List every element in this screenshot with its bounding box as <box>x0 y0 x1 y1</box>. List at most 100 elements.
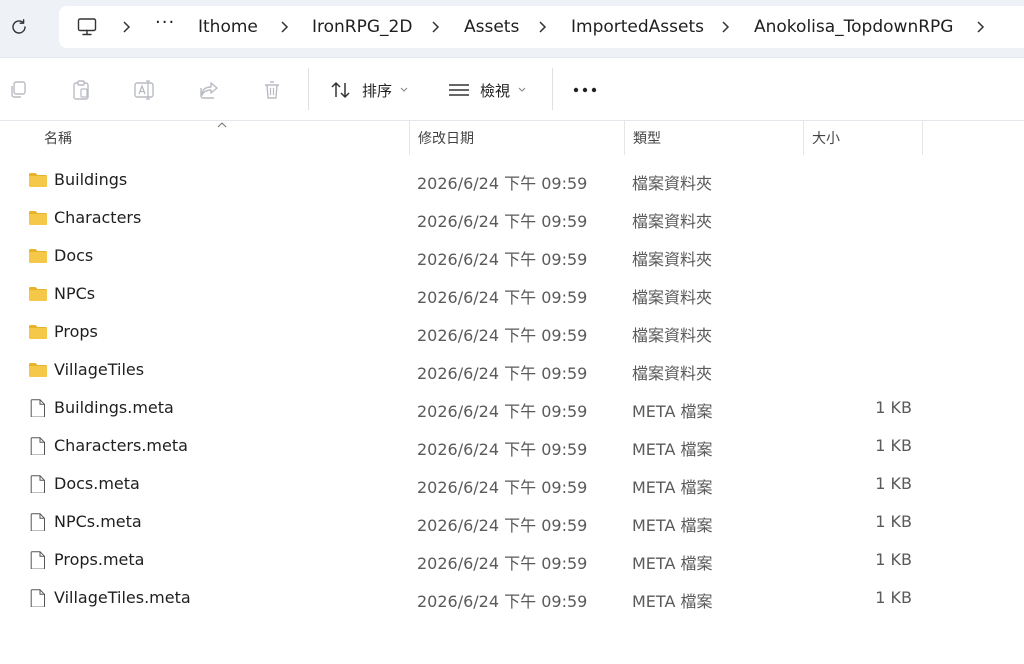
table-row[interactable]: Docs.meta 2026/6/24 下午 09:59 META 檔案 1 KB <box>0 465 1024 503</box>
breadcrumb-item-current[interactable]: Anokolisa_TopdownRPG <box>754 17 953 37</box>
column-header-row: 名稱 修改日期 類型 大小 <box>0 121 1024 155</box>
paste-button[interactable] <box>69 78 93 102</box>
file-type: 檔案資料夾 <box>632 364 713 383</box>
file-name[interactable]: Docs <box>54 246 93 265</box>
command-bar: 排序 檢視 <box>0 58 1024 120</box>
file-icon <box>28 475 48 494</box>
file-type: META 檔案 <box>632 402 713 421</box>
file-date: 2026/6/24 下午 09:59 <box>417 364 588 383</box>
delete-button[interactable] <box>260 78 284 102</box>
file-type: 檔案資料夾 <box>632 174 713 193</box>
table-row[interactable]: Buildings.meta 2026/6/24 下午 09:59 META 檔案 1… <box>0 389 1024 427</box>
monitor-icon <box>77 18 97 36</box>
file-type: META 檔案 <box>632 516 713 535</box>
file-name[interactable]: Characters.meta <box>54 436 188 455</box>
toolbar-divider <box>308 68 309 110</box>
column-resize-handle[interactable] <box>922 121 923 155</box>
address-bar-region: ··· Ithome IronRPG_2D Assets ImportedAss… <box>0 0 1024 57</box>
column-header-size[interactable]: 大小 <box>804 121 922 155</box>
file-name[interactable]: Docs.meta <box>54 474 140 493</box>
share-icon <box>200 82 218 99</box>
toolbar-divider <box>552 68 553 110</box>
copy-button[interactable] <box>6 78 30 102</box>
file-name[interactable]: Buildings.meta <box>54 398 174 417</box>
file-name[interactable]: VillageTiles.meta <box>54 588 191 607</box>
breadcrumb-overflow-button[interactable]: ··· <box>155 12 175 33</box>
refresh-button[interactable] <box>8 16 30 38</box>
column-header-date[interactable]: 修改日期 <box>410 121 623 155</box>
table-row[interactable]: Props 2026/6/24 下午 09:59 檔案資料夾 <box>0 313 1024 351</box>
table-row[interactable]: Characters.meta 2026/6/24 下午 09:59 META 檔案… <box>0 427 1024 465</box>
more-options-button[interactable] <box>572 78 598 102</box>
file-size: 1 KB <box>875 512 912 531</box>
file-type: META 檔案 <box>632 440 713 459</box>
file-name[interactable]: Props.meta <box>54 550 144 569</box>
file-list: Buildings 2026/6/24 下午 09:59 檔案資料夾 Characte… <box>0 161 1024 617</box>
file-name[interactable]: NPCs.meta <box>54 512 142 531</box>
file-date: 2026/6/24 下午 09:59 <box>417 516 588 535</box>
view-button[interactable]: 檢視 <box>448 77 526 103</box>
table-row[interactable]: Docs 2026/6/24 下午 09:59 檔案資料夾 <box>0 237 1024 275</box>
file-type: 檔案資料夾 <box>632 212 713 231</box>
column-header-name[interactable]: 名稱 <box>36 121 408 155</box>
file-date: 2026/6/24 下午 09:59 <box>417 402 588 421</box>
breadcrumb-chevron-icon[interactable] <box>277 17 291 37</box>
file-name[interactable]: Props <box>54 322 98 341</box>
breadcrumb-chevron-icon[interactable] <box>535 17 549 37</box>
table-row[interactable]: VillageTiles.meta 2026/6/24 下午 09:59 META … <box>0 579 1024 617</box>
breadcrumb-item[interactable]: ImportedAssets <box>571 17 704 37</box>
folder-icon <box>28 247 48 265</box>
file-date: 2026/6/24 下午 09:59 <box>417 250 588 269</box>
breadcrumb-item[interactable]: Ithome <box>198 17 258 37</box>
more-icon <box>573 87 597 93</box>
file-name[interactable]: Characters <box>54 208 141 227</box>
file-date: 2026/6/24 下午 09:59 <box>417 288 588 307</box>
list-view-icon <box>449 84 469 96</box>
file-name[interactable]: NPCs <box>54 284 95 303</box>
table-row[interactable]: Props.meta 2026/6/24 下午 09:59 META 檔案 1 KB <box>0 541 1024 579</box>
breadcrumb-item[interactable]: IronRPG_2D <box>312 17 412 37</box>
breadcrumb-chevron-icon[interactable] <box>973 17 987 37</box>
file-size: 1 KB <box>875 398 912 417</box>
file-icon <box>28 437 48 456</box>
breadcrumb-item[interactable]: Assets <box>464 17 519 37</box>
file-size: 1 KB <box>875 436 912 455</box>
file-size: 1 KB <box>875 550 912 569</box>
table-row[interactable]: NPCs 2026/6/24 下午 09:59 檔案資料夾 <box>0 275 1024 313</box>
file-icon <box>28 513 48 532</box>
chevron-down-icon <box>400 87 408 93</box>
file-type: 檔案資料夾 <box>632 250 713 269</box>
breadcrumb-chevron-icon[interactable] <box>119 17 133 37</box>
file-type: 檔案資料夾 <box>632 288 713 307</box>
column-header-type[interactable]: 類型 <box>625 121 803 155</box>
file-date: 2026/6/24 下午 09:59 <box>417 326 588 345</box>
table-row[interactable]: Characters 2026/6/24 下午 09:59 檔案資料夾 <box>0 199 1024 237</box>
file-date: 2026/6/24 下午 09:59 <box>417 212 588 231</box>
file-type: 檔案資料夾 <box>632 326 713 345</box>
file-date: 2026/6/24 下午 09:59 <box>417 592 588 611</box>
table-row[interactable]: VillageTiles 2026/6/24 下午 09:59 檔案資料夾 <box>0 351 1024 389</box>
sort-button[interactable]: 排序 <box>330 77 408 103</box>
this-pc-button[interactable] <box>75 15 99 39</box>
file-date: 2026/6/24 下午 09:59 <box>417 478 588 497</box>
file-date: 2026/6/24 下午 09:59 <box>417 440 588 459</box>
refresh-icon <box>12 19 26 34</box>
file-type: META 檔案 <box>632 592 713 611</box>
file-name[interactable]: Buildings <box>54 170 127 189</box>
breadcrumb-chevron-icon[interactable] <box>718 17 732 37</box>
rename-button[interactable] <box>133 78 157 102</box>
folder-icon <box>28 323 48 341</box>
address-bar[interactable]: ··· Ithome IronRPG_2D Assets ImportedAss… <box>59 6 1024 48</box>
folder-icon <box>28 171 48 189</box>
file-name[interactable]: VillageTiles <box>54 360 144 379</box>
view-label: 檢視 <box>480 81 511 100</box>
breadcrumb-chevron-icon[interactable] <box>428 17 442 37</box>
table-row[interactable]: Buildings 2026/6/24 下午 09:59 檔案資料夾 <box>0 161 1024 199</box>
sort-icon <box>331 82 350 98</box>
file-icon <box>28 399 48 418</box>
file-size: 1 KB <box>875 474 912 493</box>
share-button[interactable] <box>197 78 221 102</box>
table-row[interactable]: NPCs.meta 2026/6/24 下午 09:59 META 檔案 1 KB <box>0 503 1024 541</box>
file-type: META 檔案 <box>632 478 713 497</box>
copy-icon <box>11 81 26 98</box>
